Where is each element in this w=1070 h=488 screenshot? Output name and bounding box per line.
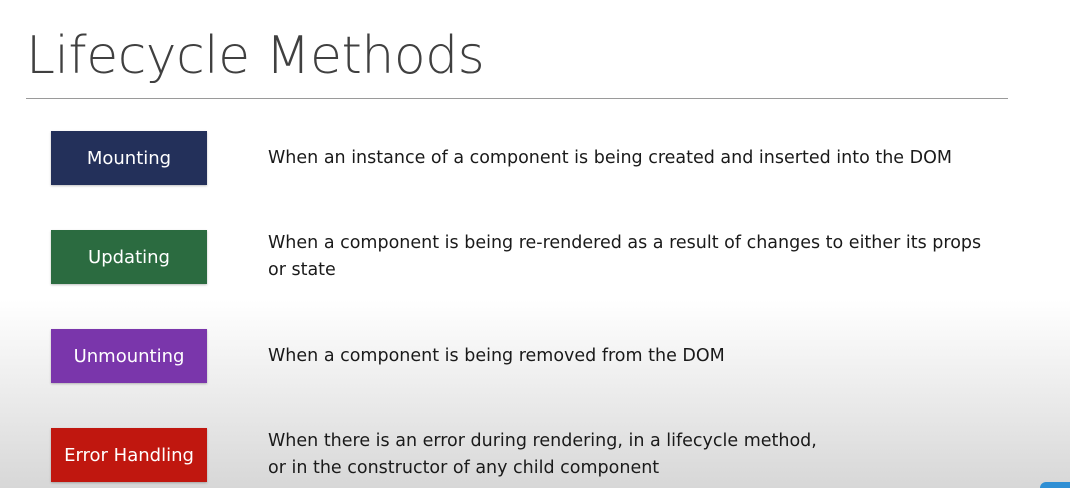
phase-row-mounting: Mounting When an instance of a component… [0, 131, 1070, 185]
updating-description: When a component is being re-rendered as… [268, 233, 982, 280]
phase-row-error-handling: Error Handling When there is an error du… [0, 428, 1070, 482]
corner-accent [1040, 482, 1070, 488]
updating-badge: Updating [51, 230, 207, 284]
error-handling-badge: Error Handling [51, 428, 207, 482]
error-handling-description: When there is an error during rendering,… [268, 431, 817, 478]
title-divider [26, 98, 1008, 99]
unmounting-badge: Unmounting [51, 329, 207, 383]
phase-row-unmounting: Unmounting When a component is being rem… [0, 329, 1070, 383]
slide-title: Lifecycle Methods [26, 26, 485, 86]
unmounting-description: When a component is being removed from t… [268, 345, 725, 366]
mounting-description: When an instance of a component is being… [268, 147, 952, 168]
phase-row-updating: Updating When a component is being re-re… [0, 230, 1070, 284]
mounting-badge: Mounting [51, 131, 207, 185]
